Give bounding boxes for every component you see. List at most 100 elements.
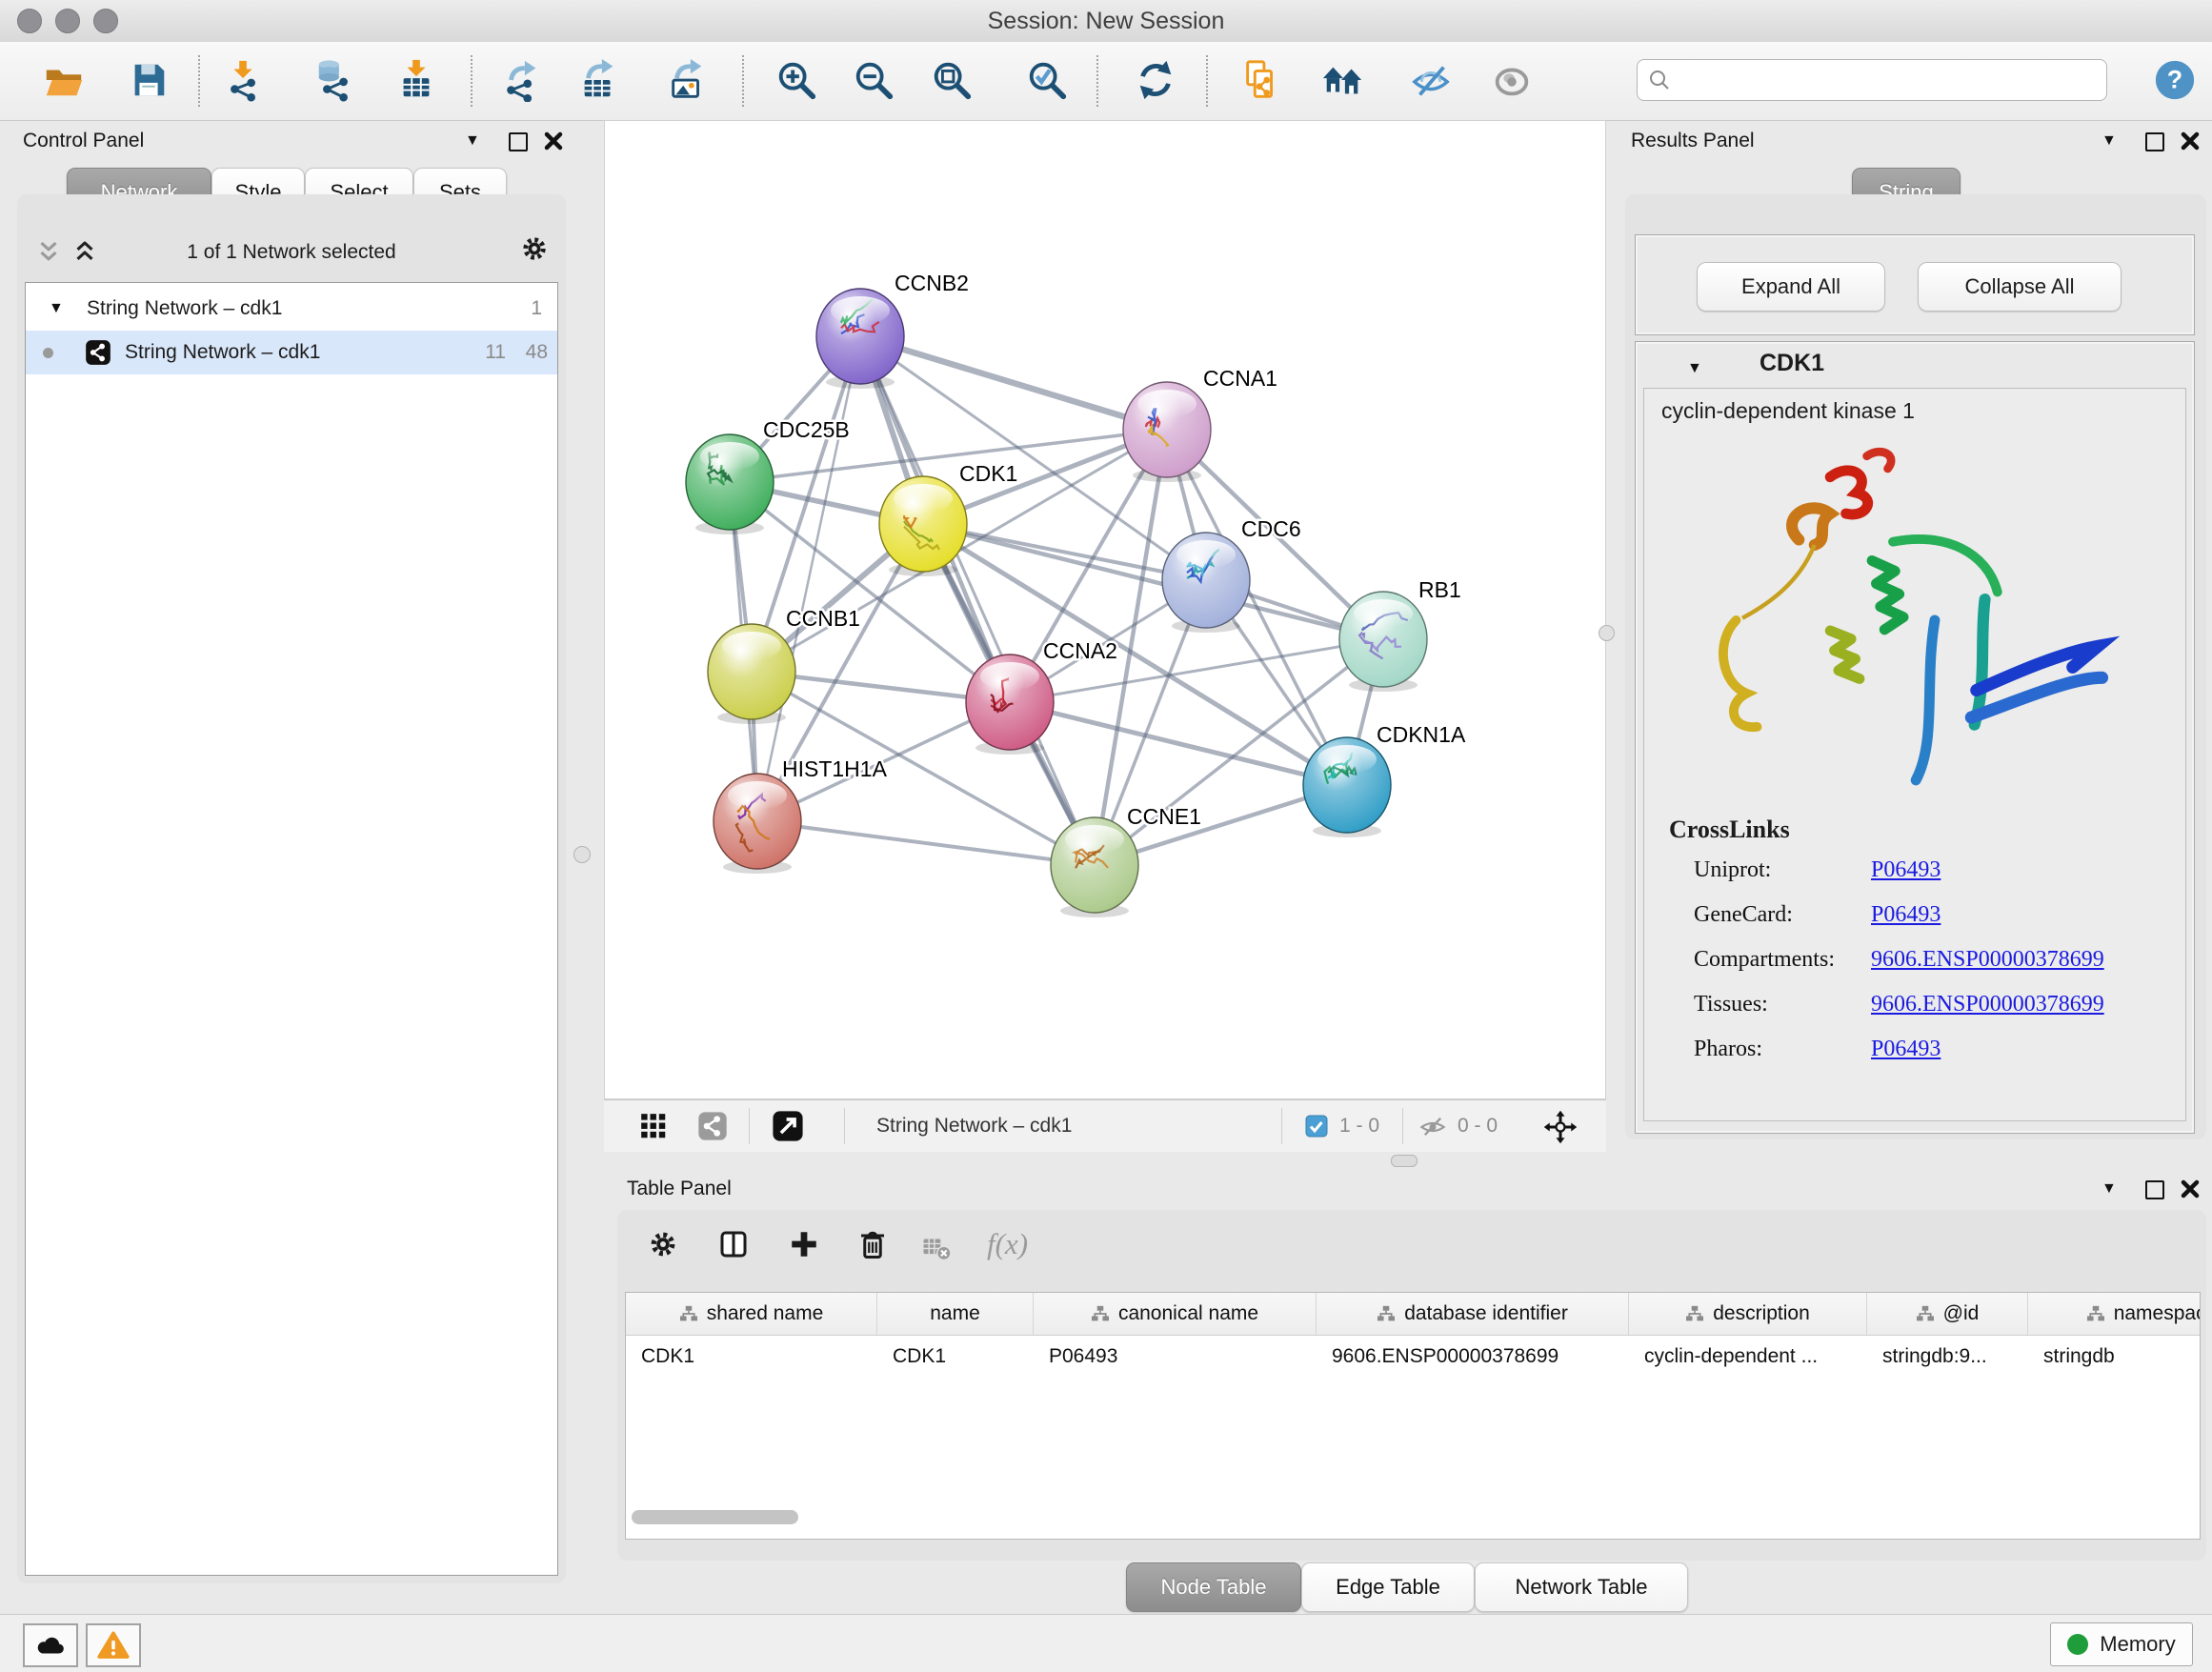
column-header-description[interactable]: description <box>1629 1293 1867 1335</box>
network-view-dot-icon <box>43 348 53 358</box>
refresh-button[interactable] <box>1134 58 1177 102</box>
node-label-CCNA1: CCNA1 <box>1203 366 1277 391</box>
cell-database-identifier[interactable]: 9606.ENSP00000378699 <box>1317 1336 1629 1378</box>
cell-@id[interactable]: stringdb:9... <box>1867 1336 2028 1378</box>
table-panel-close-icon[interactable] <box>2180 1178 2201 1199</box>
edge-CCNB2-HIST1H1A[interactable] <box>757 336 860 821</box>
edge-CCNB2-CCNE1[interactable] <box>860 336 1095 865</box>
zoom-in-button[interactable] <box>774 58 818 102</box>
pharos-link[interactable]: P06493 <box>1871 1037 1941 1062</box>
crosslink-label: Compartments: <box>1694 947 1835 973</box>
horizontal-scrollbar[interactable] <box>632 1510 798 1524</box>
network-node-CCNB1[interactable]: CCNB1 <box>708 606 860 724</box>
export-table-button[interactable] <box>577 58 621 102</box>
results-panel-maximize-icon[interactable] <box>2145 132 2164 151</box>
edge-HIST1H1A-CCNE1[interactable] <box>757 821 1095 865</box>
bottom-splitter-handle[interactable] <box>1391 1155 1418 1167</box>
left-splitter-handle[interactable] <box>573 846 591 863</box>
network-node-CDK1[interactable]: CDK1 <box>879 461 1017 576</box>
cell-name[interactable]: CDK1 <box>877 1336 1034 1378</box>
zoom-out-button[interactable] <box>852 58 895 102</box>
birdseye-icon[interactable] <box>772 1110 804 1142</box>
import-table-file-button[interactable] <box>394 58 438 102</box>
edge-CCNA2-CDKN1A[interactable] <box>1010 702 1347 785</box>
gene-description: cyclin-dependent kinase 1 <box>1661 398 1915 424</box>
expand-all-button[interactable]: Expand All <box>1697 262 1885 312</box>
right-splitter-handle[interactable] <box>1599 625 1615 641</box>
show-columns-icon[interactable] <box>716 1227 751 1261</box>
column-header-name[interactable]: name <box>877 1293 1034 1335</box>
edge-CCNB2-CCNA1[interactable] <box>860 336 1167 430</box>
export-network-button[interactable] <box>500 58 544 102</box>
network-row-selected[interactable]: String Network – cdk1 11 48 <box>26 331 557 374</box>
column-label: canonical name <box>1118 1302 1258 1325</box>
cell-namespace[interactable]: stringdb <box>2028 1336 2201 1378</box>
string-home-button[interactable] <box>1320 58 1364 102</box>
tab-node-table[interactable]: Node Table <box>1126 1562 1301 1612</box>
column-header-canonical-name[interactable]: canonical name <box>1034 1293 1317 1335</box>
genecard-link[interactable]: P06493 <box>1871 902 1941 928</box>
results-panel-close-icon[interactable] <box>2180 131 2201 151</box>
zoom-fit-button[interactable] <box>930 58 974 102</box>
column-header-database-identifier[interactable]: database identifier <box>1317 1293 1629 1335</box>
warning-status-button[interactable] <box>86 1623 141 1667</box>
cloud-status-button[interactable] <box>23 1623 78 1667</box>
string-import-button[interactable] <box>1239 58 1283 102</box>
import-network-file-button[interactable] <box>222 58 266 102</box>
network-node-CDC25B[interactable]: CDC25B <box>686 417 850 534</box>
cell-shared-name[interactable]: CDK1 <box>626 1336 877 1378</box>
hide-unhide-button[interactable] <box>1409 58 1453 102</box>
network-node-CDKN1A[interactable]: CDKN1A <box>1303 722 1466 837</box>
expand-all-chevrons-icon[interactable] <box>70 238 99 267</box>
compartments-link[interactable]: 9606.ENSP00000378699 <box>1871 947 2104 973</box>
table-gear-icon[interactable] <box>646 1227 680 1261</box>
results-panel-title: Results Panel <box>1631 122 1755 160</box>
shared-column-icon <box>2086 1305 2105 1322</box>
column-header-shared-name[interactable]: shared name <box>626 1293 877 1335</box>
save-session-button[interactable] <box>127 58 171 102</box>
search-input[interactable] <box>1637 59 2107 101</box>
network-canvas[interactable]: CCNB2 CCNA1 CDC25B CDK1 CDC6 <box>604 120 1606 1099</box>
zoom-selected-button[interactable] <box>1025 58 1069 102</box>
cell-description[interactable]: cyclin-dependent ... <box>1629 1336 1867 1378</box>
tab-network-table[interactable]: Network Table <box>1475 1562 1688 1612</box>
table-panel-float-icon[interactable]: ▼ <box>2101 1170 2117 1208</box>
collection-count: 1 <box>531 287 542 331</box>
network-share-icon <box>85 339 111 366</box>
tissues-link[interactable]: 9606.ENSP00000378699 <box>1871 992 2104 1017</box>
grid-view-icon[interactable] <box>640 1113 667 1139</box>
fit-content-crosshair-icon[interactable] <box>1543 1110 1578 1144</box>
table-panel-maximize-icon[interactable] <box>2145 1180 2164 1199</box>
export-image-button[interactable] <box>666 58 710 102</box>
control-panel-close-icon[interactable] <box>543 131 564 151</box>
open-session-button[interactable] <box>42 58 86 102</box>
gear-icon[interactable] <box>518 232 551 265</box>
delete-column-icon[interactable] <box>855 1227 890 1261</box>
results-panel-float-icon[interactable]: ▼ <box>2101 122 2117 160</box>
network-share-gray-icon[interactable] <box>697 1111 728 1141</box>
collapse-all-chevrons-icon[interactable] <box>34 238 63 267</box>
network-node-HIST1H1A[interactable]: HIST1H1A <box>714 756 888 874</box>
network-node-RB1[interactable]: RB1 <box>1339 577 1461 692</box>
column-header-namespace[interactable]: namespace <box>2028 1293 2201 1335</box>
selected-checkbox-icon[interactable] <box>1305 1115 1328 1138</box>
control-panel-float-icon[interactable]: ▼ <box>465 122 480 160</box>
help-button[interactable]: ? <box>2153 58 2197 102</box>
cell-canonical-name[interactable]: P06493 <box>1034 1336 1317 1378</box>
network-tree: ▼ String Network – cdk1 1 String Network… <box>25 282 558 1576</box>
import-network-database-button[interactable] <box>313 58 357 102</box>
memory-button[interactable]: Memory <box>2050 1622 2193 1666</box>
control-panel-maximize-icon[interactable] <box>509 132 528 151</box>
show-details-button[interactable] <box>1490 58 1534 102</box>
column-header-@id[interactable]: @id <box>1867 1293 2028 1335</box>
network-collection-row[interactable]: ▼ String Network – cdk1 1 <box>26 287 557 331</box>
collapse-all-button[interactable]: Collapse All <box>1918 262 2122 312</box>
node-label-RB1: RB1 <box>1418 577 1461 602</box>
add-column-icon[interactable] <box>787 1227 821 1261</box>
tree-expander-icon[interactable]: ▼ <box>49 290 64 328</box>
entry-expander-icon[interactable]: ▼ <box>1687 350 1702 388</box>
network-node-CCNB2[interactable]: CCNB2 <box>816 271 969 389</box>
tab-edge-table[interactable]: Edge Table <box>1301 1562 1475 1612</box>
uniprot-link[interactable]: P06493 <box>1871 857 1941 883</box>
hidden-eye-slash-icon[interactable] <box>1419 1114 1446 1140</box>
